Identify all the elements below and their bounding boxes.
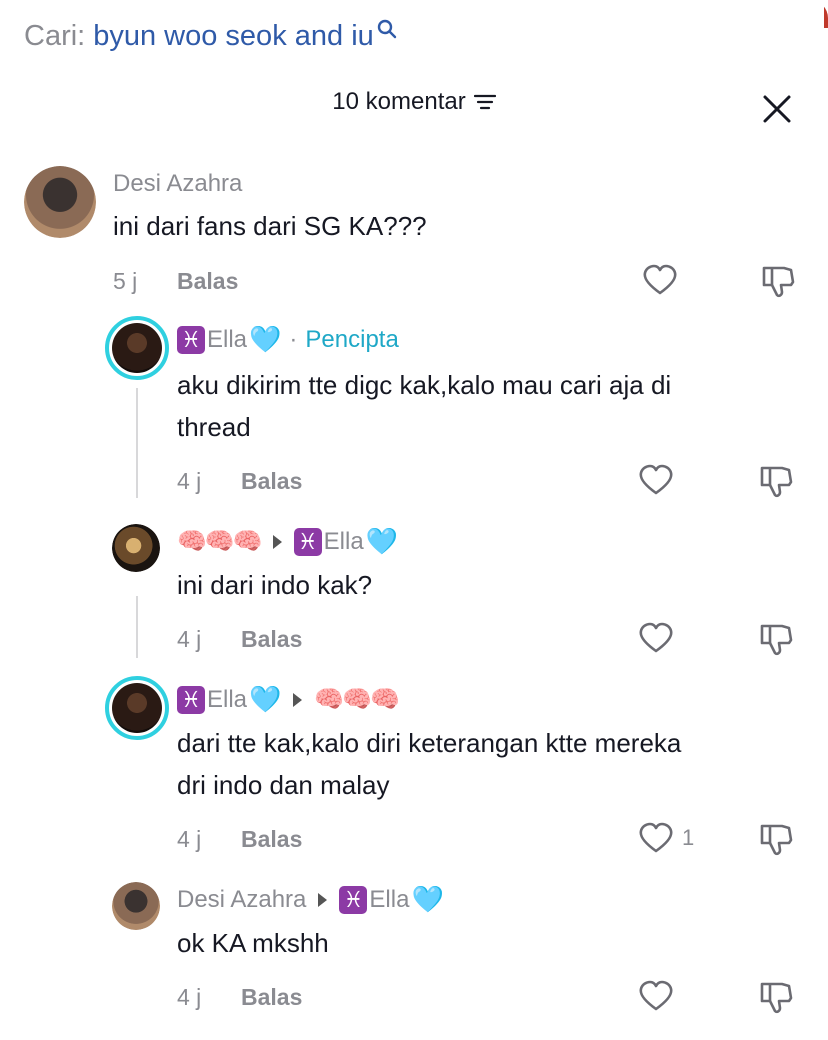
reply-arrow-icon — [272, 534, 282, 549]
like-button[interactable] — [638, 622, 674, 654]
search-suggestion[interactable]: Cari: byun woo seok and iu — [24, 14, 397, 58]
blue-heart-icon: 🩵 — [365, 526, 399, 556]
comment-text: ini dari indo kak? — [177, 570, 373, 600]
heart-icon — [639, 980, 673, 1011]
avatar[interactable] — [105, 316, 169, 380]
dislike-icon — [760, 982, 793, 1014]
comment-time: 4 j — [177, 468, 202, 494]
search-query[interactable]: byun woo seok and iu — [93, 20, 374, 53]
close-icon[interactable] — [762, 94, 792, 124]
creator-badge: Pencipta — [305, 325, 399, 353]
separator-dot: · — [289, 325, 298, 353]
reply-to-name[interactable]: 🧠🧠🧠 — [314, 685, 400, 714]
comment-author[interactable]: Desi Azahra — [177, 886, 306, 914]
search-label: Cari: — [24, 19, 86, 52]
blue-heart-icon: 🩵 — [249, 324, 282, 354]
dislike-button[interactable] — [758, 980, 794, 1021]
avatar[interactable] — [112, 524, 160, 572]
reply-button[interactable]: Balas — [241, 468, 302, 495]
avatar[interactable] — [105, 676, 169, 740]
reply-button[interactable]: Balas — [241, 984, 302, 1011]
reply-button[interactable]: Balas — [241, 826, 302, 853]
thread-line — [136, 388, 138, 498]
comment-author[interactable]: Ella — [207, 326, 247, 354]
pisces-icon: ♓ — [177, 325, 205, 354]
comment-text: ok KA mkshh — [177, 928, 329, 958]
like-button[interactable]: 1 — [638, 822, 694, 854]
comment-text: ini dari fans dari SG KA??? — [113, 211, 427, 241]
heart-icon — [639, 622, 673, 653]
reply-button[interactable]: Balas — [241, 626, 302, 653]
dislike-button[interactable] — [760, 264, 796, 305]
comments-header: 10 komentar — [0, 88, 828, 134]
reply-to-name[interactable]: Ella — [324, 528, 364, 556]
comment-count-sort[interactable]: 10 komentar — [0, 88, 828, 116]
dislike-icon — [760, 624, 793, 656]
pisces-icon: ♓ — [177, 685, 205, 714]
comment-time: 4 j — [177, 626, 202, 652]
comment-author[interactable]: Ella — [207, 686, 247, 714]
comment-time: 5 j — [113, 268, 138, 294]
avatar[interactable] — [112, 882, 160, 930]
dislike-button[interactable] — [758, 822, 794, 863]
heart-icon — [643, 264, 677, 295]
like-count: 1 — [682, 825, 695, 850]
background-edge — [824, 0, 828, 28]
like-button[interactable] — [638, 980, 674, 1012]
comment-text: dri indo dan malay — [177, 770, 390, 800]
avatar[interactable] — [24, 166, 96, 238]
blue-heart-icon: 🩵 — [411, 884, 444, 914]
pisces-icon: ♓ — [339, 885, 368, 914]
comment-author[interactable]: 🧠🧠🧠 — [177, 527, 263, 556]
like-button[interactable] — [638, 464, 674, 496]
heart-icon — [639, 464, 673, 495]
comment-count: 10 komentar — [332, 88, 466, 115]
search-icon — [377, 19, 396, 39]
blue-heart-icon: 🩵 — [249, 684, 282, 714]
comment-time: 4 j — [177, 984, 202, 1010]
dislike-button[interactable] — [758, 464, 794, 505]
reply-arrow-icon — [318, 892, 328, 907]
dislike-icon — [762, 266, 795, 298]
comment-text: dari tte kak,kalo diri keterangan ktte m… — [177, 728, 682, 758]
dislike-icon — [760, 824, 793, 856]
comment-author[interactable]: Desi Azahra — [113, 170, 242, 198]
dislike-button[interactable] — [758, 622, 794, 663]
comment-time: 4 j — [177, 826, 202, 852]
reply-to-name[interactable]: Ella — [369, 886, 409, 914]
filter-icon[interactable] — [473, 93, 496, 111]
reply-button[interactable]: Balas — [177, 268, 238, 295]
comment-text: thread — [177, 412, 251, 442]
comment-text: aku dikirim tte digc kak,kalo mau cari a… — [177, 370, 672, 400]
thread-line — [136, 596, 138, 658]
comments-sheet: Cari: byun woo seok and iu 10 komentar D… — [0, 0, 828, 1040]
reply-arrow-icon — [293, 692, 303, 707]
dislike-icon — [760, 466, 793, 498]
heart-icon — [639, 822, 673, 853]
pisces-icon: ♓ — [293, 527, 322, 556]
like-button[interactable] — [642, 264, 678, 296]
